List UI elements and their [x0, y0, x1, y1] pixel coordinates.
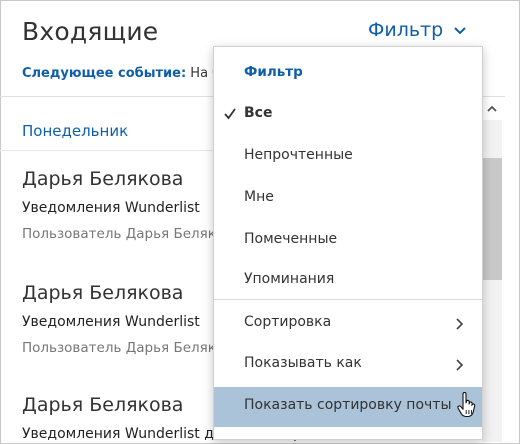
filter-option-all[interactable]: Все: [214, 95, 482, 135]
filter-option-label: Непрочтенные: [244, 147, 353, 163]
message-sender: Дарья Белякова: [22, 168, 184, 190]
message-preview: Пользователь Дарья Белякова: [22, 226, 241, 242]
menu-item-label: Сортировка: [244, 314, 332, 330]
page-title: Входящие: [22, 17, 159, 46]
filter-option-label: Упоминания: [244, 271, 335, 287]
group-header: Понедельник: [22, 122, 129, 140]
chevron-down-icon[interactable]: [453, 24, 467, 38]
message-subject: Уведомления Wunderlist: [22, 200, 200, 216]
chevron-right-icon: [456, 359, 464, 371]
message-preview: Пользователь Дарья Белякова: [22, 340, 241, 356]
message-sender: Дарья Белякова: [22, 394, 184, 416]
message-sender: Дарья Белякова: [22, 282, 184, 304]
show-mail-sorting-menu-item[interactable]: Показать сортировку почты: [214, 387, 482, 427]
next-event-label: Следующее событие:: [22, 66, 187, 81]
checkmark-icon: [224, 108, 236, 120]
filter-button[interactable]: Фильтр: [368, 19, 443, 41]
filter-option-label: Все: [244, 105, 273, 121]
filter-option-flagged[interactable]: Помеченные: [214, 221, 482, 261]
scrollbar-thumb[interactable]: [482, 158, 502, 280]
sort-menu-item[interactable]: Сортировка: [214, 304, 482, 344]
message-subject: Уведомления Wunderlist: [22, 314, 200, 330]
scroll-up-icon[interactable]: [484, 101, 500, 117]
menu-item-label: Показать сортировку почты: [244, 397, 452, 413]
hand-pointer-icon: [457, 392, 476, 418]
filter-dropdown-menu: Фильтр Все Непрочтенные Мне Помеченные У…: [213, 46, 483, 440]
menu-divider: [214, 299, 482, 300]
filter-option-label: Мне: [244, 189, 274, 205]
menu-item-label: Показывать как: [244, 355, 362, 371]
filter-option-to-me[interactable]: Мне: [214, 179, 482, 219]
view-as-menu-item[interactable]: Показывать как: [214, 345, 482, 385]
filter-option-mentions[interactable]: Упоминания: [214, 261, 482, 301]
filter-option-unread[interactable]: Непрочтенные: [214, 137, 482, 177]
chevron-right-icon: [456, 318, 464, 330]
next-event-banner[interactable]: Следующее событие: На б: [22, 66, 217, 81]
filter-option-label: Помеченные: [244, 231, 338, 247]
filter-menu-title: Фильтр: [244, 64, 303, 80]
